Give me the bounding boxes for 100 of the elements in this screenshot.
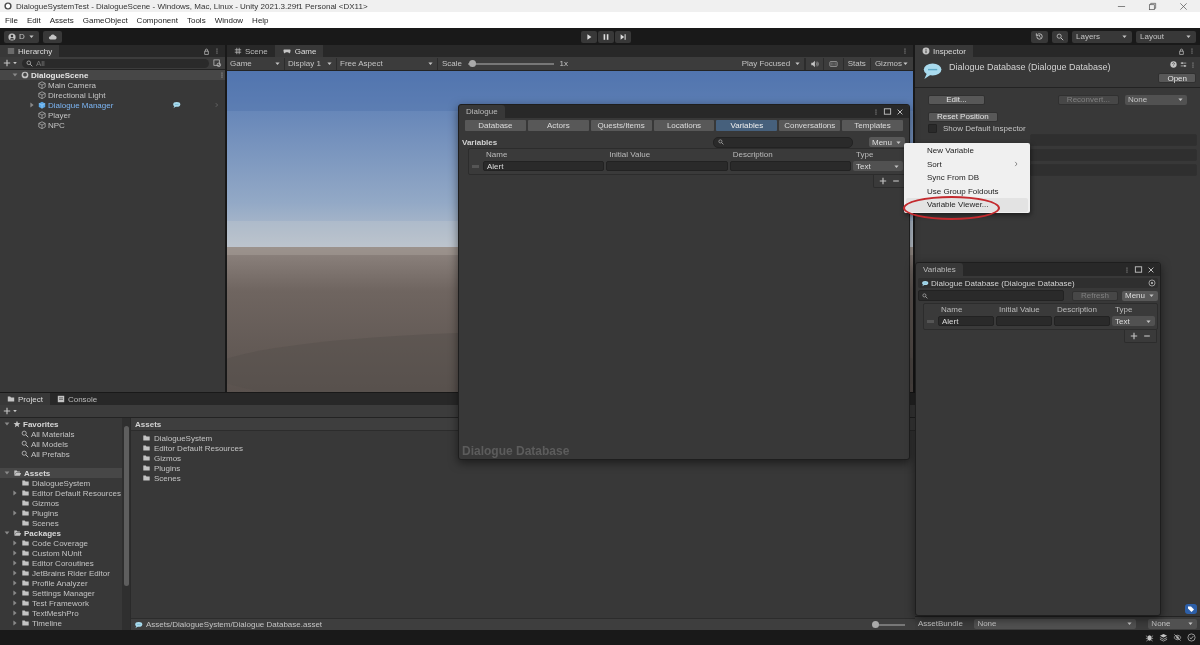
tree-row[interactable]: Main Camera [0,80,225,90]
folder-item[interactable]: Scenes [142,473,181,483]
expand-arrow-icon[interactable] [11,509,19,517]
asset-bundle-dropdown[interactable]: None [974,618,1137,629]
folder-item[interactable]: Editor Default Resources [142,443,243,453]
editor-tab[interactable]: Actors [527,120,589,131]
panel-tab[interactable]: Hierarchy [0,45,60,57]
menu-item[interactable]: Assets [49,15,74,25]
lock-icon[interactable] [203,47,210,55]
expand-arrow-icon[interactable] [11,559,19,567]
tree-row[interactable]: Scenes [0,518,122,528]
history-button[interactable] [1031,30,1048,43]
expand-arrow-icon[interactable] [11,489,19,497]
menu-item[interactable]: Sort [906,157,1028,171]
search-field[interactable] [713,136,853,148]
play-mode-dropdown[interactable]: Play Focused [738,57,805,70]
expand-arrow-icon[interactable] [11,539,19,547]
expand-arrow-icon[interactable] [11,609,19,617]
expand-arrow-icon[interactable] [3,469,11,477]
menu-item[interactable]: Use Group Foldouts [906,184,1028,198]
window-tab[interactable]: Dialogue [459,105,505,118]
menu-item[interactable]: Sync From DB [906,171,1028,185]
add-icon[interactable] [1130,332,1138,340]
close-icon[interactable] [1147,265,1155,274]
zoom-slider[interactable] [873,623,905,626]
menu-item[interactable]: Variable Viewer... [906,198,1028,212]
expand-arrow-icon[interactable] [11,71,19,79]
maximize-icon[interactable] [1134,265,1143,274]
tree-row[interactable]: Plugins [0,508,122,518]
presets-icon[interactable] [1180,61,1187,68]
folder-item[interactable]: Plugins [142,463,181,473]
tree-row[interactable]: All Materials [0,429,122,439]
tree-row[interactable]: Dialogue Manager [0,100,225,110]
tree-row[interactable]: Favorites [0,419,122,429]
folder-item[interactable]: DialogueSystem [142,433,213,443]
lock-icon[interactable] [1178,47,1185,55]
tree-row[interactable]: All Prefabs [0,449,122,459]
menu-item[interactable]: Window [214,15,244,25]
editor-tab[interactable]: Templates [842,120,903,131]
type-dropdown[interactable]: Text [1112,316,1155,326]
menu-item[interactable]: Help [252,15,269,25]
search-button[interactable] [1052,30,1068,43]
expand-arrow-icon[interactable] [11,619,19,627]
scale-slider[interactable] [468,62,554,65]
display-dropdown[interactable]: Display 1 [285,57,337,70]
slider-thumb[interactable] [469,59,477,67]
expand-arrow-icon[interactable] [3,420,11,428]
remove-icon[interactable] [892,177,900,185]
help-icon[interactable] [1170,61,1177,68]
menu-item[interactable]: Edit [26,15,41,25]
add-button[interactable] [3,407,18,415]
text-field[interactable] [606,161,728,171]
gizmos-dropdown[interactable]: Gizmos [869,57,913,70]
tree-row[interactable]: TextMeshPro [0,608,122,618]
menu-item[interactable]: File [5,15,18,25]
panel-tab[interactable]: Game [274,45,324,57]
tag-icon[interactable] [1185,604,1197,614]
check-circle-icon[interactable] [1187,633,1196,642]
search-field[interactable] [918,290,1064,301]
tree-row[interactable]: Player [0,110,225,120]
panel-tab[interactable]: Inspector [915,45,973,57]
menu-dropdown[interactable]: Menu [869,137,905,147]
maximize-icon[interactable] [883,107,892,116]
text-field[interactable] [1030,134,1197,146]
tree-row[interactable]: Custom NUnit [0,548,122,558]
stack-icon[interactable] [1159,633,1168,642]
layout-dropdown[interactable]: Layout [1136,30,1196,43]
tree-row[interactable]: Editor Coroutines [0,558,122,568]
variant-dropdown[interactable]: None [1148,618,1197,629]
folder-item[interactable]: Gizmos [142,453,182,463]
restore-icon[interactable] [1148,1,1157,11]
editor-tab[interactable]: Quests/Items [590,120,652,131]
tree-row[interactable]: NPC [0,120,225,130]
editor-tab[interactable]: Database [465,120,526,131]
menu-item[interactable]: Tools [186,15,206,25]
add-icon[interactable] [879,177,887,185]
tree-row[interactable]: JetBrains Rider Editor [0,568,122,578]
tree-row[interactable]: Packages [0,528,122,538]
display-mode-dropdown[interactable]: Game [227,57,285,70]
tree-row[interactable]: Editor Default Resources [0,488,122,498]
text-field[interactable] [1030,149,1197,161]
tree-row[interactable]: Gizmos [0,498,122,508]
expand-arrow-icon[interactable] [11,549,19,557]
tree-row[interactable]: All Models [0,439,122,449]
open-button[interactable]: Open [1158,73,1196,83]
expand-arrow-icon[interactable] [3,529,11,537]
menu-item[interactable]: New Variable [906,144,1028,158]
edit-button[interactable]: Edit... [928,94,985,105]
tree-row[interactable]: Settings Manager [0,588,122,598]
text-field[interactable] [729,161,851,171]
reset-position-button[interactable]: Reset Position [928,111,998,122]
expand-arrow-icon[interactable] [11,599,19,607]
tree-row[interactable]: Directional Light [0,90,225,100]
text-field[interactable] [996,316,1052,326]
aspect-dropdown[interactable]: Free Aspect [337,57,438,70]
play-button[interactable] [581,30,598,43]
tree-row[interactable]: Test Framework [0,598,122,608]
close-icon[interactable] [896,107,904,116]
pause-button[interactable] [598,30,615,43]
menu-item[interactable]: GameObject [82,15,128,25]
